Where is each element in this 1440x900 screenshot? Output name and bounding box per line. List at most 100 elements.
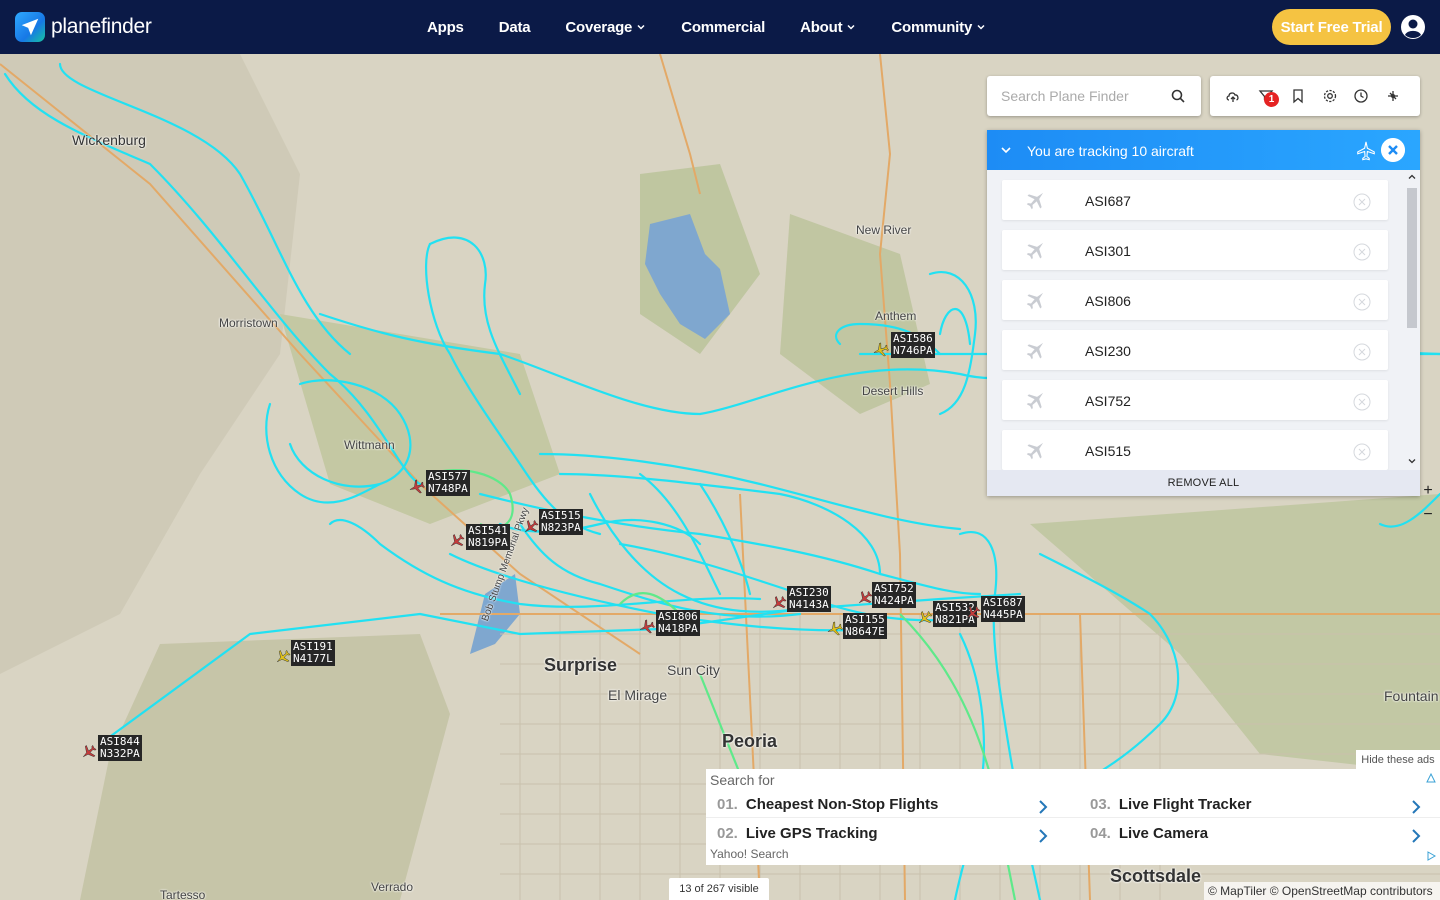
nav-label: Data	[498, 18, 531, 36]
aircraft-label[interactable]: ASI230 N4143A	[787, 586, 831, 612]
search-icon[interactable]	[1171, 89, 1185, 103]
aircraft-label[interactable]: ASI687 N445PA	[981, 596, 1025, 622]
nav-coverage[interactable]: Coverage	[565, 19, 646, 36]
scrollbar-thumb[interactable]	[1407, 188, 1417, 328]
hide-ads-link[interactable]: Hide these ads	[1356, 750, 1440, 769]
aircraft-label[interactable]: ASI752 N424PA	[872, 582, 916, 608]
remove-circle-icon[interactable]	[1353, 293, 1371, 311]
chevron-down-icon	[847, 24, 855, 30]
tracked-aircraft-row[interactable]: ASI806	[1002, 280, 1388, 320]
aircraft-registration: N445PA	[983, 608, 1023, 621]
aircraft-label[interactable]: ASI586 N746PA	[891, 332, 935, 358]
chevron-down-icon[interactable]	[1000, 144, 1012, 156]
aircraft-icon[interactable]	[274, 648, 292, 666]
aircraft-icon[interactable]	[826, 620, 844, 638]
nav-label: Commercial	[681, 18, 766, 36]
plane-icon	[1026, 242, 1044, 260]
ad-number: 04.	[1090, 825, 1111, 842]
plane-icon	[1026, 442, 1044, 460]
place-label: Surprise	[544, 655, 618, 675]
ad-choices-icon[interactable]	[1426, 773, 1436, 783]
zoom-out-button[interactable]: −	[1416, 506, 1440, 530]
close-icon[interactable]	[1381, 138, 1405, 162]
aircraft-icon[interactable]	[80, 743, 98, 761]
ad-heading: Search for	[710, 772, 775, 788]
tracking-scrollbar[interactable]	[1404, 170, 1420, 470]
search-input[interactable]	[1001, 88, 1161, 104]
aircraft-label[interactable]: ASI155 N8647E	[843, 613, 887, 639]
plane-icon	[1026, 292, 1044, 310]
nav-label: About	[800, 18, 843, 36]
plane-icon	[1026, 392, 1044, 410]
place-label: New River	[856, 223, 912, 237]
start-free-trial-button[interactable]: Start Free Trial	[1272, 9, 1391, 45]
chevron-down-icon	[977, 24, 985, 30]
bookmark-icon[interactable]	[1290, 88, 1306, 104]
chevron-up-icon[interactable]	[1407, 172, 1417, 182]
ad-link[interactable]: 04. Live Camera	[1090, 825, 1440, 849]
aircraft-label[interactable]: ASI515 N823PA	[539, 509, 583, 535]
cloud-upload-icon[interactable]	[1225, 88, 1241, 104]
aircraft-icon[interactable]	[770, 594, 788, 612]
remove-circle-icon[interactable]	[1353, 243, 1371, 261]
map-attribution[interactable]: © MapTiler © OpenStreetMap contributors	[1204, 882, 1440, 900]
map-toolbar	[1210, 76, 1420, 116]
aircraft-icon[interactable]	[638, 618, 656, 636]
chevron-down-icon[interactable]	[1407, 456, 1417, 466]
remove-all-button[interactable]: REMOVE ALL	[987, 470, 1420, 496]
aircraft-label[interactable]: ASI541 N819PA	[466, 524, 510, 550]
user-account-icon[interactable]	[1400, 14, 1426, 40]
place-label: El Mirage	[608, 687, 668, 703]
tracked-aircraft-row[interactable]: ASI230	[1002, 330, 1388, 370]
ad-divider	[706, 817, 1440, 818]
ad-number: 03.	[1090, 796, 1111, 813]
aircraft-label[interactable]: ASI844 N332PA	[98, 735, 142, 761]
tracked-callsign: ASI687	[1085, 193, 1131, 209]
nav-commercial[interactable]: Commercial	[681, 19, 765, 36]
nav-data[interactable]: Data	[499, 19, 531, 36]
aircraft-icon[interactable]	[964, 604, 982, 622]
aircraft-label[interactable]: ASI806 N418PA	[656, 610, 700, 636]
ad-label: Live GPS Tracking	[745, 825, 878, 842]
tracked-aircraft-row[interactable]: ASI687	[1002, 180, 1388, 220]
remove-circle-icon[interactable]	[1353, 393, 1371, 411]
remove-circle-icon[interactable]	[1353, 343, 1371, 361]
ar-plane-icon[interactable]	[1385, 88, 1401, 104]
ad-link[interactable]: 02. Live GPS Tracking	[717, 825, 1067, 849]
tracked-aircraft-row[interactable]: ASI515	[1002, 430, 1388, 470]
tracked-aircraft-row[interactable]: ASI301	[1002, 230, 1388, 270]
nav-apps[interactable]: Apps	[427, 19, 464, 36]
aircraft-label[interactable]: ASI191 N4177L	[291, 640, 335, 666]
ad-provider: Yahoo! Search	[710, 847, 789, 861]
ad-number: 01.	[717, 796, 738, 813]
aircraft-label[interactable]: ASI577 N748PA	[426, 470, 470, 496]
tracked-callsign: ASI806	[1085, 293, 1131, 309]
aircraft-icon[interactable]	[522, 518, 540, 536]
aircraft-registration: N332PA	[100, 747, 140, 760]
remove-circle-icon[interactable]	[1353, 443, 1371, 461]
aircraft-icon[interactable]	[448, 532, 466, 550]
nav-label: Community	[891, 18, 973, 36]
aircraft-icon[interactable]	[872, 341, 890, 359]
ad-choices-icon[interactable]	[1426, 851, 1436, 861]
nav-community[interactable]: Community	[891, 19, 986, 36]
tracking-list: ASI687 ASI301 ASI806 ASI230 ASI752 ASI515	[987, 170, 1420, 470]
chevron-right-icon	[1039, 829, 1048, 843]
aircraft-registration: N748PA	[428, 482, 468, 495]
chevron-right-icon	[1039, 800, 1048, 814]
nav-about[interactable]: About	[800, 19, 856, 36]
brand-name: planefinder	[51, 15, 152, 38]
remove-circle-icon[interactable]	[1353, 193, 1371, 211]
plane-outline-icon[interactable]	[1355, 140, 1377, 162]
chevron-right-icon	[1412, 800, 1421, 814]
settings-icon[interactable]	[1322, 88, 1338, 104]
ad-label: Cheapest Non-Stop Flights	[745, 796, 939, 813]
aircraft-icon[interactable]	[916, 609, 934, 627]
tracked-aircraft-row[interactable]: ASI752	[1002, 380, 1388, 420]
tracked-callsign: ASI515	[1085, 443, 1131, 459]
history-icon[interactable]	[1353, 88, 1369, 104]
aircraft-icon[interactable]	[408, 478, 426, 496]
place-label: Desert Hills	[862, 384, 924, 398]
brand-logo[interactable]: planefinder	[15, 12, 152, 42]
plane-icon	[1026, 342, 1044, 360]
